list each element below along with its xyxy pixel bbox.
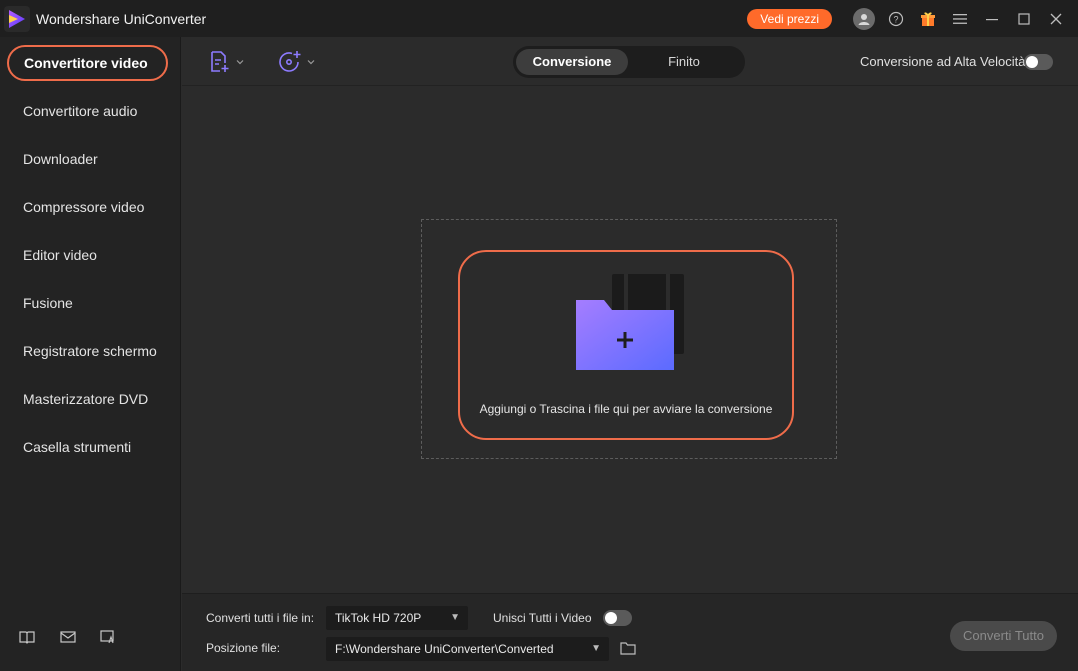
gift-icon[interactable] xyxy=(912,0,944,37)
app-logo-icon xyxy=(4,5,30,32)
tab-converting[interactable]: Conversione xyxy=(516,49,628,75)
view-pricing-button[interactable]: Vedi prezzi xyxy=(747,8,832,29)
convert-all-button[interactable]: Converti Tutto xyxy=(950,621,1057,651)
user-icon[interactable] xyxy=(848,0,880,37)
merge-videos-label: Unisci Tutti i Video xyxy=(493,611,592,625)
app-title: Wondershare UniConverter xyxy=(36,10,207,27)
guide-book-icon[interactable] xyxy=(18,628,36,646)
file-location-label: Posizione file: xyxy=(206,641,281,655)
drop-hint-text: Aggiungi o Trascina i file qui per avvia… xyxy=(479,402,773,416)
mail-icon[interactable] xyxy=(59,628,77,646)
output-format-select[interactable]: TikTok HD 720P ▼ xyxy=(326,606,468,630)
output-location-select[interactable]: F:\Wondershare UniConverter\Converted ▼ xyxy=(326,637,609,661)
title-bar: Wondershare UniConverter Vedi prezzi ? xyxy=(0,0,1078,37)
help-icon[interactable]: ? xyxy=(880,0,912,37)
merge-videos-toggle[interactable] xyxy=(603,610,632,626)
sidebar-item-merger[interactable]: Fusione xyxy=(23,295,73,311)
sidebar-item-toolbox[interactable]: Casella strumenti xyxy=(23,439,131,455)
toolbar: Conversione Finito Conversione ad Alta V… xyxy=(182,37,1078,86)
tab-finished[interactable]: Finito xyxy=(628,49,740,75)
status-tabs: Conversione Finito xyxy=(513,46,745,78)
bottom-bar: Converti tutti i file in: TikTok HD 720P… xyxy=(182,593,1078,671)
add-dvd-icon xyxy=(279,51,301,72)
add-folder-icon xyxy=(576,274,684,370)
open-folder-icon[interactable] xyxy=(620,641,636,655)
chevron-down-icon xyxy=(236,60,244,65)
output-format-value: TikTok HD 720P xyxy=(335,611,422,625)
maximize-icon[interactable] xyxy=(1008,0,1040,37)
sidebar-item-video-editor[interactable]: Editor video xyxy=(23,247,97,263)
svg-text:?: ? xyxy=(893,14,898,24)
add-files-button[interactable] xyxy=(209,49,246,75)
menu-icon[interactable] xyxy=(944,0,976,37)
sidebar: Convertitore video Convertitore audio Do… xyxy=(0,37,181,671)
sidebar-item-screen-recorder[interactable]: Registratore schermo xyxy=(23,343,157,359)
close-icon[interactable] xyxy=(1040,0,1072,37)
chevron-down-icon: ▼ xyxy=(450,612,460,623)
chevron-down-icon xyxy=(307,60,315,65)
high-speed-conversion-toggle[interactable] xyxy=(1024,54,1053,70)
convert-to-label: Converti tutti i file in: xyxy=(206,611,315,625)
add-files-drop-target[interactable]: Aggiungi o Trascina i file qui per avvia… xyxy=(458,250,794,440)
sidebar-item-dvd-burner[interactable]: Masterizzatore DVD xyxy=(23,391,148,407)
high-speed-conversion-label: Conversione ad Alta Velocità xyxy=(860,54,1026,69)
sidebar-item-video-converter[interactable]: Convertitore video xyxy=(7,45,168,81)
feedback-icon[interactable] xyxy=(99,628,117,646)
minimize-icon[interactable] xyxy=(976,0,1008,37)
sidebar-item-downloader[interactable]: Downloader xyxy=(23,151,98,167)
chevron-down-icon: ▼ xyxy=(591,643,601,654)
add-dvd-button[interactable] xyxy=(278,49,317,75)
output-location-value: F:\Wondershare UniConverter\Converted xyxy=(335,642,554,656)
add-file-icon xyxy=(211,51,229,72)
sidebar-item-video-compressor[interactable]: Compressore video xyxy=(23,199,144,215)
sidebar-item-audio-converter[interactable]: Convertitore audio xyxy=(23,103,137,119)
